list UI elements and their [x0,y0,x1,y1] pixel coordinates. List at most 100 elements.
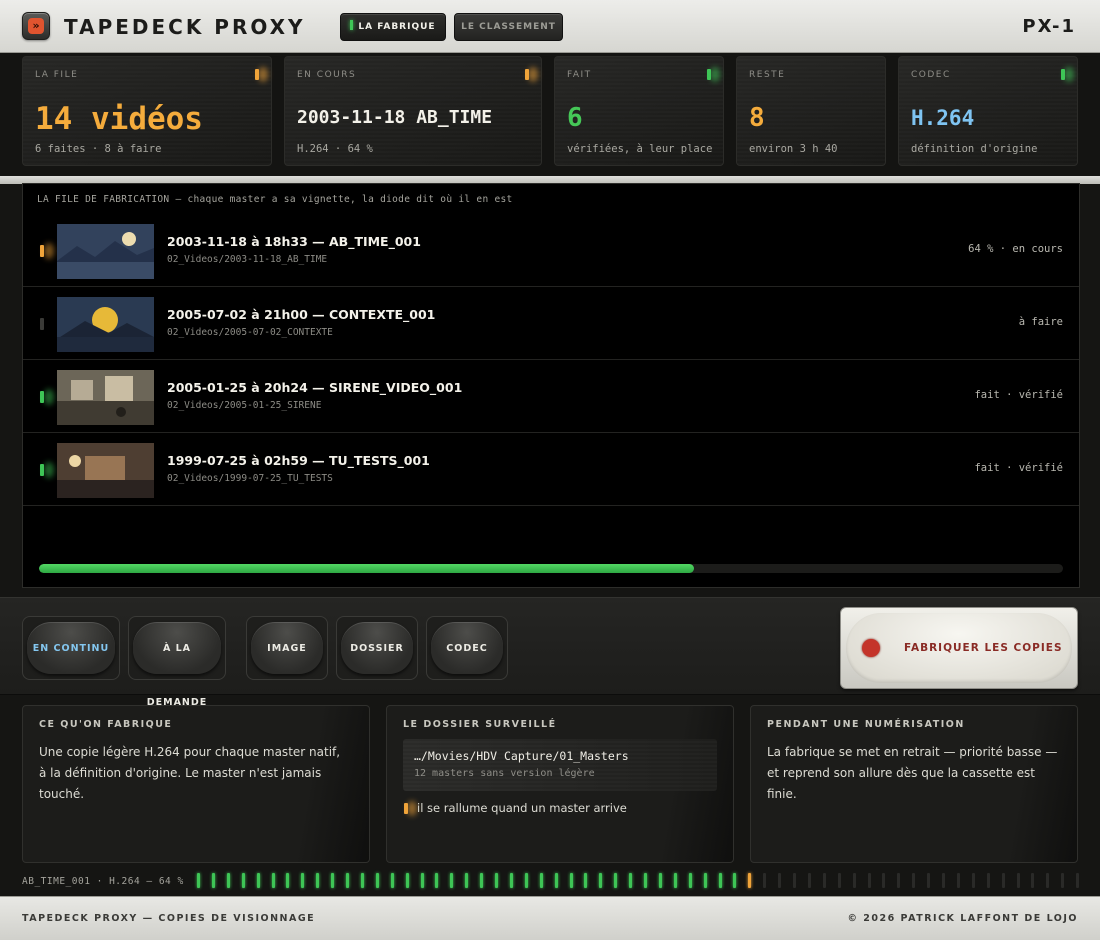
meter-tick [837,873,841,888]
control-strip: EN CONTINU À LA DEMANDE IMAGE DOSSIER CO… [0,597,1100,708]
meter-tick [390,873,394,888]
button-label: DOSSIER [341,622,413,674]
queue-row[interactable]: 1999-07-25 à 02h59 — TU_TESTS_001 02_Vid… [23,433,1079,506]
meter-tick [778,873,782,888]
image-button[interactable]: IMAGE [246,616,328,680]
meter-tick [986,873,990,888]
queue-row[interactable]: 2005-07-02 à 21h00 — CONTEXTE_001 02_Vid… [23,287,1079,360]
meter-tick [241,873,245,888]
meter-tick [673,873,677,888]
make-copies-button[interactable]: FABRIQUER LES COPIES [840,607,1078,689]
stat-sub: vérifiées, à leur place [567,143,713,155]
footer-copyright: © 2026 PATRICK LAFFONT DE LOJO [847,913,1078,924]
video-thumbnail [57,297,154,352]
status-led-icon [1061,69,1065,80]
meter-tick [1031,873,1035,888]
row-status: 64 % · en cours [968,243,1063,255]
info-panel-watched-folder: LE DOSSIER SURVEILLÉ …/Movies/HDV Captur… [386,705,734,863]
meter-tick [629,873,633,888]
meter-tick [1076,873,1080,888]
app-title: TAPEDECK PROXY [64,15,306,39]
tab-le-classement[interactable]: LE CLASSEMENT [454,13,563,41]
panel-body: Une copie légère H.264 pour chaque maste… [39,745,341,801]
meter-tick [971,873,975,888]
mode-en-continu-button[interactable]: EN CONTINU [22,616,120,680]
video-thumbnail [57,224,154,279]
meter-tick [748,873,752,888]
meter-tick [450,873,454,888]
status-led-icon [255,69,259,80]
meter-tick [793,873,796,888]
meter-tick [644,873,647,888]
meter-tick [927,873,931,888]
meter-tick [480,873,484,888]
status-led-icon [525,69,529,80]
status-led-icon [40,464,44,476]
meter-tick [956,873,960,888]
meter-tick [718,873,722,888]
stat-value: 8 [749,103,765,133]
meter-tick [271,873,275,888]
codec-button[interactable]: CODEC [426,616,508,680]
queue-row[interactable]: 2005-01-25 à 20h24 — SIRENE_VIDEO_001 02… [23,360,1079,433]
stat-card-codec: CODEC H.264 définition d'origine [898,56,1078,166]
meter-tick [375,873,379,888]
meter-tick [256,873,260,888]
row-status: fait · vérifié [974,389,1063,401]
meter-tick [226,873,230,888]
status-led-icon [40,318,44,330]
watched-folder-box[interactable]: …/Movies/HDV Capture/01_Masters 12 maste… [403,739,717,791]
meter-tick [509,873,513,888]
meter-tick [495,873,498,888]
queue-progress-fill [39,564,695,573]
meter-tick [1046,873,1050,888]
panel-heading: CE QU'ON FABRIQUE [39,719,173,730]
stat-sub: environ 3 h 40 [749,143,838,155]
stat-card-fait: FAIT 6 vérifiées, à leur place [554,56,724,166]
video-thumbnail [57,443,154,498]
top-bar: » TAPEDECK PROXY LA FABRIQUE LE CLASSEME… [0,0,1100,53]
watched-folder-path: …/Movies/HDV Capture/01_Masters [414,749,629,763]
stat-label: RESTE [749,70,786,80]
meter-tick [733,873,737,888]
stat-sub: définition d'origine [911,143,1038,155]
meter-tick [346,873,349,888]
meter-tick [584,873,588,888]
dossier-button[interactable]: DOSSIER [336,616,418,680]
meter-label: AB_TIME_001 · H.264 — 64 % [22,876,184,887]
button-label: IMAGE [251,622,323,674]
status-led-icon [707,69,711,80]
info-panel-what: CE QU'ON FABRIQUE Une copie légère H.264… [22,705,370,863]
queue-row[interactable]: 2003-11-18 à 18h33 — AB_TIME_001 02_Vide… [23,214,1079,287]
panel-body: La fabrique se met en retrait — priorité… [767,745,1058,801]
meter-tick [301,873,305,888]
meter-tick [539,873,543,888]
tab-label: LA FABRIQUE [358,22,436,32]
meter-tick [822,873,826,888]
meter-tick [1061,873,1065,888]
row-path: 02_Videos/1999-07-25_TU_TESTS [167,473,333,484]
mode-a-la-demande-button[interactable]: À LA DEMANDE [128,616,226,708]
video-thumbnail [57,370,154,425]
footer-left: TAPEDECK PROXY — COPIES DE VISIONNAGE [22,913,316,924]
stat-value: 6 [567,103,583,133]
record-icon [862,639,880,657]
queue-progress-bar [39,564,1063,573]
meter-tick [211,873,215,888]
stat-card-reste: RESTE 8 environ 3 h 40 [736,56,886,166]
meter-tick [316,873,320,888]
tab-la-fabrique[interactable]: LA FABRIQUE [340,13,446,41]
row-path: 02_Videos/2003-11-18_AB_TIME [167,254,328,265]
active-led-icon [350,20,354,30]
row-title: 2005-07-02 à 21h00 — CONTEXTE_001 [167,307,436,322]
status-led-icon [404,803,408,814]
meter-tick [867,873,871,888]
production-queue: LA FILE DE FABRICATION — chaque master a… [22,183,1080,588]
row-title: 2003-11-18 à 18h33 — AB_TIME_001 [167,234,421,249]
stat-card-en-cours: EN COURS 2003-11-18 AB_TIME H.264 · 64 % [284,56,542,166]
stat-sub: 6 faites · 8 à faire [35,143,162,155]
stat-card-file: LA FILE 14 vidéos 6 faites · 8 à faire [22,56,272,166]
row-title: 2005-01-25 à 20h24 — SIRENE_VIDEO_001 [167,380,463,395]
stat-value: 2003-11-18 AB_TIME [297,107,493,128]
row-path: 02_Videos/2005-07-02_CONTEXTE [167,327,333,338]
